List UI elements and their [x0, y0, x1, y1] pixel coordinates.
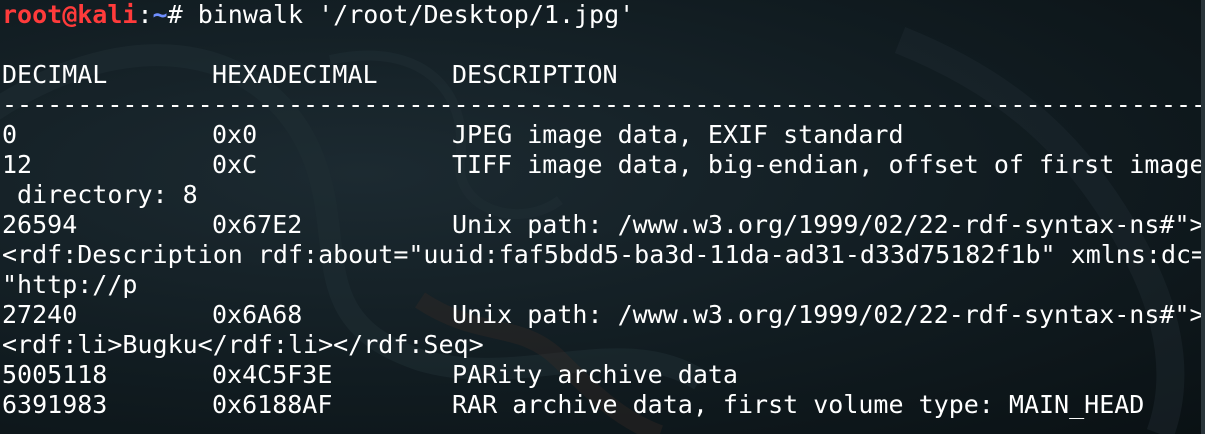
header-description: DESCRIPTION — [452, 60, 618, 89]
cell-decimal: 5005118 — [2, 360, 108, 389]
continuation-line: directory: 8 — [2, 180, 198, 209]
cell-description: TIFF image data, big-endian, offset of f… — [452, 150, 1205, 179]
table-row: 0 0x0 JPEG image data, EXIF standard — [2, 120, 1205, 150]
cell-description: PARity archive data — [452, 360, 738, 389]
terminal-window[interactable]: root@kali:~# binwalk '/root/Desktop/1.jp… — [0, 0, 1205, 434]
prompt-line: root@kali:~# binwalk '/root/Desktop/1.jp… — [2, 0, 1205, 30]
terminal-output: root@kali:~# binwalk '/root/Desktop/1.jp… — [2, 0, 1205, 420]
continuation-line: <rdf:Description rdf:about="uuid:faf5bdd… — [2, 240, 1205, 269]
continuation-line: "http://p — [2, 270, 138, 299]
prompt-user-host: root@kali — [2, 0, 138, 29]
header-divider: ----------------------------------------… — [2, 90, 1205, 119]
cell-hexadecimal: 0xC — [212, 150, 258, 179]
cell-hexadecimal: 0x0 — [212, 120, 258, 149]
continuation-line: <rdf:li>Bugku</rdf:li></rdf:Seq> — [2, 330, 484, 359]
table-row: 6391983 0x6188AF RAR archive data, first v… — [2, 390, 1205, 420]
cell-description: Unix path: /www.w3.org/1999/02/22-rdf-sy… — [452, 300, 1205, 329]
header-hexadecimal: HEXADECIMAL — [212, 60, 378, 89]
cell-description: JPEG image data, EXIF standard — [452, 120, 904, 149]
scrollbar[interactable] — [1201, 0, 1205, 434]
prompt-symbol: # — [167, 0, 183, 29]
cell-hexadecimal: 0x4C5F3E — [212, 360, 333, 389]
command-text: binwalk '/root/Desktop/1.jpg' — [182, 0, 635, 29]
cell-decimal: 26594 — [2, 210, 78, 239]
cell-hexadecimal: 0x6188AF — [212, 390, 333, 419]
cell-hexadecimal: 0x6A68 — [212, 300, 303, 329]
cell-decimal: 6391983 — [2, 390, 108, 419]
table-header: DECIMAL HEXADECIMAL DESCRIPTION — [2, 60, 1205, 90]
prompt-path: ~ — [152, 0, 168, 29]
table-row: 5005118 0x4C5F3E PARity archive data — [2, 360, 1205, 390]
cell-decimal: 27240 — [2, 300, 78, 329]
table-row: 26594 0x67E2 Unix path: /www.w3.org/1999/0… — [2, 210, 1205, 240]
table-row: 27240 0x6A68 Unix path: /www.w3.org/1999/0… — [2, 300, 1205, 330]
result-rows: 0 0x0 JPEG image data, EXIF standard 12 0xC T… — [2, 120, 1205, 420]
header-decimal: DECIMAL — [2, 60, 108, 89]
cell-description: RAR archive data, first volume type: MAI… — [452, 390, 1145, 419]
table-row: 12 0xC TIFF image data, big-endian, offset… — [2, 150, 1205, 180]
cell-hexadecimal: 0x67E2 — [212, 210, 303, 239]
cell-decimal: 0 — [2, 120, 18, 149]
prompt-separator: : — [137, 0, 153, 29]
cell-decimal: 12 — [2, 150, 33, 179]
cell-description: Unix path: /www.w3.org/1999/02/22-rdf-sy… — [452, 210, 1205, 239]
